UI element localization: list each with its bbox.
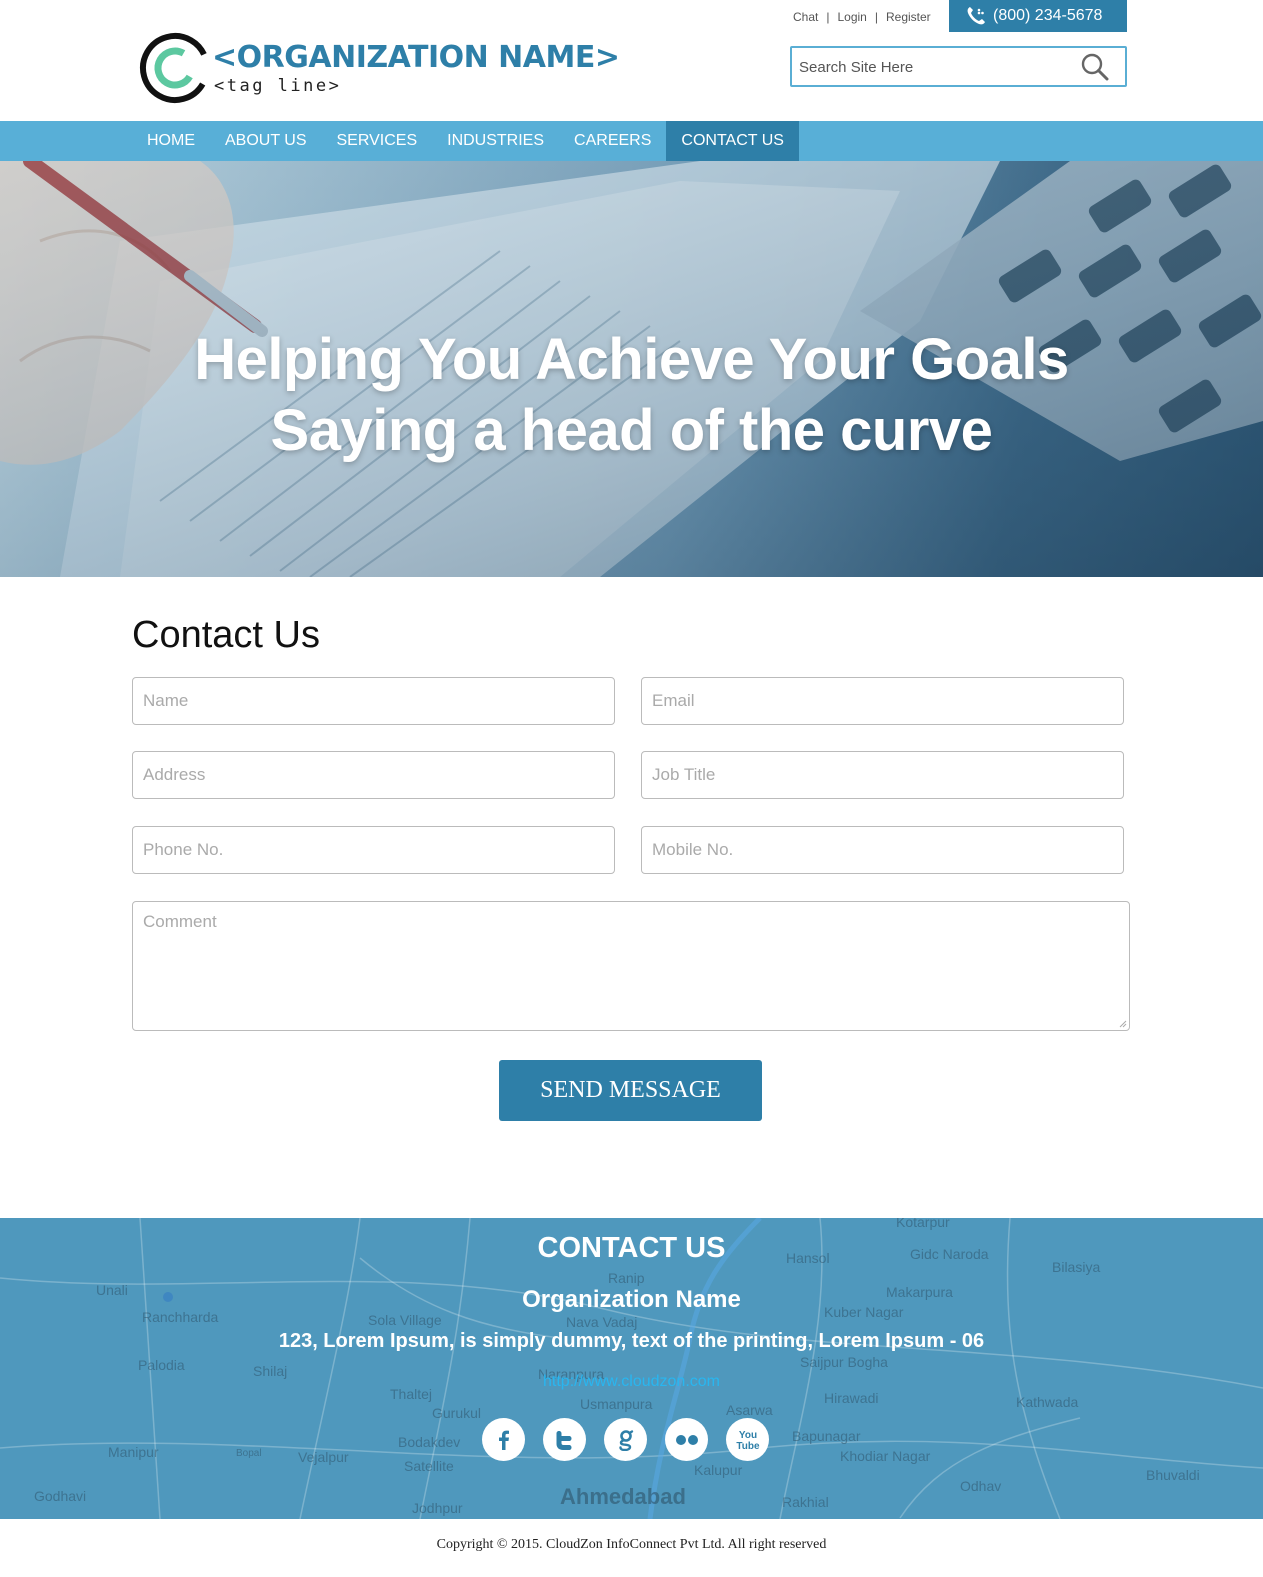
name-field [132,677,615,725]
phone-field [132,826,615,874]
site-header: <ORGANIZATION NAME> <tag line> Chat | Lo… [0,0,1263,121]
map-label: Hirawadi [824,1390,879,1406]
google-button[interactable] [604,1418,647,1461]
footer-title: CONTACT US [537,1232,726,1264]
map-label: Bodakdev [398,1434,461,1450]
map-label: Saijpur Bogha [800,1354,888,1370]
job-title-input[interactable] [652,762,1113,788]
chat-link[interactable]: Chat [793,10,818,24]
map-label: Satellite [404,1458,454,1474]
twitter-icon [556,1430,571,1450]
address-field [132,751,615,799]
nav-item-about-us[interactable]: ABOUT US [210,121,322,161]
map-label: Nava Vadaj [566,1314,638,1330]
footer: Unali Ranchharda Palodia Shilaj Manipur … [0,1218,1263,1519]
mobile-field [641,826,1124,874]
flickr-button[interactable] [665,1418,708,1461]
nav-item-industries[interactable]: INDUSTRIES [432,121,559,161]
job-title-field [641,751,1124,799]
website-link[interactable]: http://www.cloudzon.com [0,1373,1263,1391]
map-label: Kotarpur [896,1218,950,1230]
youtube-icon: You Tube [736,1430,760,1452]
phone-number: (800) 234-5678 [993,7,1103,24]
google-icon [618,1429,633,1451]
phone-number-box[interactable]: (800) 234-5678 [949,0,1127,32]
youtube-button[interactable]: You Tube [726,1418,769,1461]
hero-headline: Helping You Achieve Your Goals [194,327,1069,392]
address-input[interactable] [143,762,604,788]
map-label: Bhuvaldi [1146,1467,1200,1483]
resize-handle-icon[interactable] [1118,1019,1127,1028]
phone-icon [967,7,985,25]
map-label: Ranip [608,1270,645,1286]
twitter-button[interactable] [543,1418,586,1461]
map-label: Rakhial [782,1494,829,1510]
map-label: Jodhpur [412,1500,463,1516]
map-label: Sola Village [368,1312,442,1328]
email-input[interactable] [652,688,1113,714]
organization-name[interactable]: <ORGANIZATION NAME> [212,40,620,75]
comment-field [132,901,1130,1031]
mobile-input[interactable] [652,837,1113,863]
comment-textarea[interactable] [143,912,1119,1012]
map-city-label: Ahmedabad [560,1484,686,1509]
map-label: Asarwa [726,1402,773,1418]
login-link[interactable]: Login [837,10,866,24]
search-icon[interactable] [1081,53,1109,81]
facebook-button[interactable] [482,1418,525,1461]
map-label: Manipur [108,1444,159,1460]
footer-organization-name: Organization Name [522,1286,741,1313]
search-box [790,46,1127,87]
divider: | [826,10,830,24]
footer-address: 123, Lorem Ipsum, is simply dummy, text … [278,1330,985,1352]
email-field [641,677,1124,725]
nav-item-services[interactable]: SERVICES [322,121,433,161]
flickr-icon [675,1434,698,1445]
map-label: Godhavi [34,1488,87,1504]
map-label: Usmanpura [580,1396,653,1412]
top-links: Chat | Login | Register [793,9,931,25]
hero-banner: Helping You Achieve Your Goals Saying a … [0,161,1263,577]
youtube-text-top: You [738,1430,756,1441]
nav-item-home[interactable]: HOME [132,121,210,161]
phone-input[interactable] [143,837,604,863]
nav-item-careers[interactable]: CAREERS [559,121,666,161]
youtube-text-bottom: Tube [736,1441,760,1452]
hero-subheadline: Saying a head of the curve [270,398,993,463]
search-input[interactable] [799,57,1069,77]
copyright-text: Copyright © 2015. CloudZon InfoConnect P… [436,1537,827,1552]
register-link[interactable]: Register [886,10,931,24]
page-title: Contact Us [132,614,320,656]
map-label: Kalupur [694,1462,743,1478]
tag-line: <tag line> [214,76,342,96]
facebook-icon [498,1430,509,1450]
map-label: Bapunagar [792,1428,861,1444]
divider: | [874,10,878,24]
nav-item-contact-us[interactable]: CONTACT US [666,121,799,161]
map-label: Kathwada [1016,1394,1079,1410]
send-message-button[interactable]: SEND MESSAGE [499,1060,762,1121]
main-nav: HOME ABOUT US SERVICES INDUSTRIES CAREER… [0,121,1263,161]
name-input[interactable] [143,688,604,714]
map-label: Vejalpur [298,1449,349,1465]
map-label: Gurukul [432,1405,482,1421]
map-label: Bopal [236,1448,262,1459]
map-label: Odhav [960,1478,1002,1494]
organization-logo-icon[interactable] [138,31,210,105]
social-links: You Tube [482,1418,769,1461]
map-label: Palodia [138,1357,185,1373]
map-label: Khodiar Nagar [840,1448,931,1464]
